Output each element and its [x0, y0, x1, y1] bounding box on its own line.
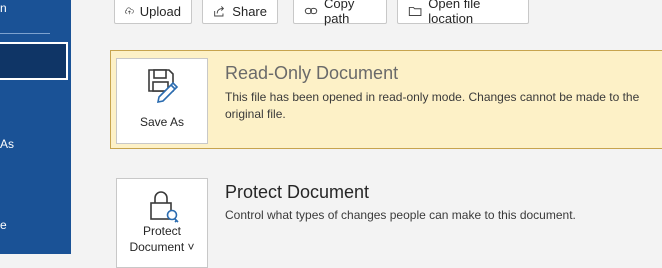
sidebar-item-selected[interactable]	[0, 42, 68, 80]
sidebar-item-partial[interactable]: n	[0, 1, 7, 15]
copy-path-label: Copy path	[324, 0, 355, 26]
folder-icon	[408, 6, 422, 16]
upload-label: Upload	[139, 3, 181, 19]
save-as-label: Save As	[139, 115, 185, 129]
copy-path-button[interactable]: Copy path	[293, 0, 387, 26]
sidebar-item-save-as[interactable]: As	[0, 137, 14, 151]
protect-document-description: Control what types of changes people can…	[225, 208, 576, 222]
read-only-description: This file has been opened in read-only m…	[225, 90, 640, 121]
protect-document-button[interactable]: Protect Document ˅	[116, 178, 208, 268]
protect-document-title: Protect Document	[225, 182, 370, 202]
sidebar-item-partial-e[interactable]: e	[0, 218, 7, 232]
upload-button[interactable]: Upload	[114, 0, 192, 24]
share-label: Share	[232, 3, 267, 19]
open-file-location-label: Open file location	[428, 0, 481, 26]
protect-label-line2: Document ˅	[129, 240, 195, 254]
save-as-icon	[148, 69, 179, 103]
backstage-sidebar: n As e	[0, 0, 71, 254]
save-as-button[interactable]: Save As	[116, 58, 208, 144]
protect-label-line1: Protect	[142, 224, 181, 238]
open-file-location-button[interactable]: Open file location	[397, 0, 529, 26]
sidebar-divider	[0, 33, 50, 34]
read-only-title: Read-Only Document	[225, 63, 399, 83]
share-button[interactable]: Share	[202, 0, 278, 24]
cloud-upload-icon	[125, 7, 134, 15]
lock-key-icon	[150, 191, 179, 223]
link-icon	[304, 7, 318, 15]
share-icon	[214, 6, 225, 17]
